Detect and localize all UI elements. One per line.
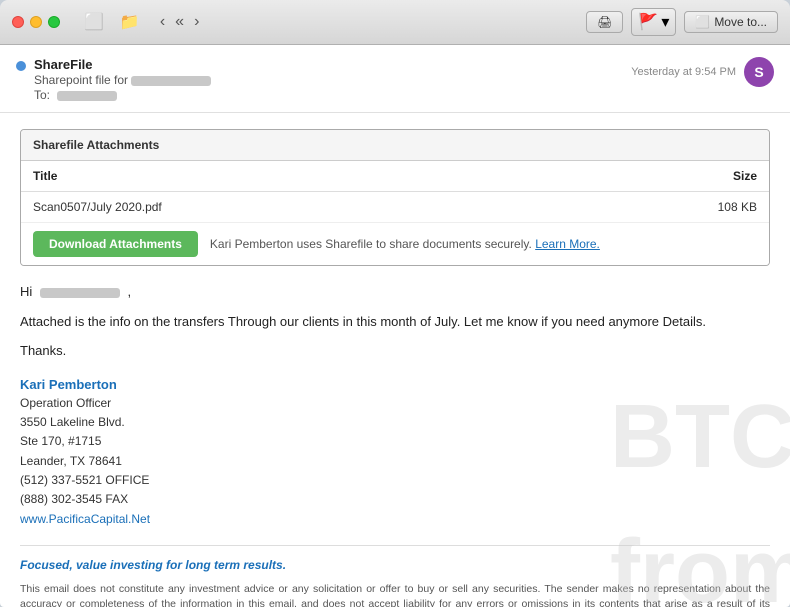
flag-icon: 🚩 xyxy=(638,12,658,32)
avatar: S xyxy=(744,57,774,87)
sig-website[interactable]: www.PacificaCapital.Net xyxy=(20,512,150,526)
file-size: 108 KB xyxy=(550,192,769,223)
col-title: Title xyxy=(21,161,550,192)
email-container: ShareFile Sharepoint file for To: Yester… xyxy=(0,45,790,607)
traffic-lights xyxy=(12,16,60,28)
flag-button-group[interactable]: 🚩 ▾ xyxy=(631,8,676,36)
maximize-button[interactable] xyxy=(48,16,60,28)
attachment-box: Sharefile Attachments Title Size Scan050… xyxy=(20,129,770,266)
back-back-button[interactable]: « xyxy=(171,11,188,33)
folder-button[interactable]: 📁 xyxy=(116,10,144,34)
sig-fax: (888) 302-3545 FAX xyxy=(20,490,770,509)
print-button[interactable]: 🖨 xyxy=(586,11,623,33)
sender-name: ShareFile xyxy=(34,57,211,72)
window-chrome: ⬜ 📁 ‹ « › 🖨 🚩 ▾ ⬜ Move to... xyxy=(0,0,790,45)
footer-disclaimer: This email does not constitute any inves… xyxy=(20,582,770,607)
nav-arrows: ‹ « › xyxy=(156,11,204,33)
sig-phone: (512) 337-5521 OFFICE xyxy=(20,471,770,490)
to-redacted xyxy=(57,91,117,101)
file-name: Scan0507/July 2020.pdf xyxy=(21,192,550,223)
footer-divider xyxy=(20,545,770,546)
toolbar-right: 🖨 🚩 ▾ ⬜ Move to... xyxy=(586,8,778,36)
signature: Kari Pemberton Operation Officer 3550 La… xyxy=(20,375,770,529)
forward-button[interactable]: › xyxy=(190,11,203,33)
email-header: ShareFile Sharepoint file for To: Yester… xyxy=(0,45,790,113)
sig-title: Operation Officer xyxy=(20,394,770,413)
back-button[interactable]: ‹ xyxy=(156,11,169,33)
body-text: Attached is the info on the transfers Th… xyxy=(20,312,770,332)
sig-address3: Leander, TX 78641 xyxy=(20,452,770,471)
back-icon: ‹ xyxy=(160,13,165,31)
subject-redacted xyxy=(131,76,211,86)
learn-more-link[interactable]: Learn More. xyxy=(535,237,600,251)
sig-name: Kari Pemberton xyxy=(20,375,770,395)
back-back-icon: « xyxy=(175,13,184,31)
attachment-note: Kari Pemberton uses Sharefile to share d… xyxy=(210,235,600,253)
sender-info: ShareFile Sharepoint file for To: xyxy=(34,57,211,102)
sender-subject: Sharepoint file for xyxy=(34,73,211,87)
print-icon: 🖨 xyxy=(597,15,612,29)
greeting: Hi , xyxy=(20,282,770,302)
close-button[interactable] xyxy=(12,16,24,28)
attachment-box-header: Sharefile Attachments xyxy=(21,130,769,161)
archive-button[interactable]: ⬜ xyxy=(80,10,108,34)
flag-chevron-icon: ▾ xyxy=(661,12,669,32)
unread-indicator xyxy=(16,61,26,71)
sender-area: ShareFile Sharepoint file for To: xyxy=(16,57,211,102)
sender-to: To: xyxy=(34,88,211,102)
folder-icon: 📁 xyxy=(120,12,140,32)
attachment-row: Scan0507/July 2020.pdf 108 KB xyxy=(21,192,769,223)
archive-icon: ⬜ xyxy=(84,12,104,32)
attachment-table: Title Size Scan0507/July 2020.pdf 108 KB xyxy=(21,161,769,223)
header-right: Yesterday at 9:54 PM S xyxy=(631,57,774,87)
toolbar-icons: ⬜ 📁 xyxy=(80,10,144,34)
minimize-button[interactable] xyxy=(30,16,42,28)
download-attachments-button[interactable]: Download Attachments xyxy=(33,231,198,257)
move-to-button[interactable]: ⬜ Move to... xyxy=(684,11,778,33)
col-size: Size xyxy=(550,161,769,192)
email-timestamp: Yesterday at 9:54 PM xyxy=(631,66,736,78)
footer-tagline: Focused, value investing for long term r… xyxy=(20,556,770,574)
window-icon: ⬜ xyxy=(695,15,710,29)
greeting-redacted xyxy=(40,288,120,298)
email-body: BTCfrom Sharefile Attachments Title Size… xyxy=(0,113,790,607)
attachment-footer: Download Attachments Kari Pemberton uses… xyxy=(21,223,769,265)
forward-icon: › xyxy=(194,13,199,31)
sig-address1: 3550 Lakeline Blvd. xyxy=(20,413,770,432)
thanks-text: Thanks. xyxy=(20,341,770,361)
sig-address2: Ste 170, #1715 xyxy=(20,432,770,451)
